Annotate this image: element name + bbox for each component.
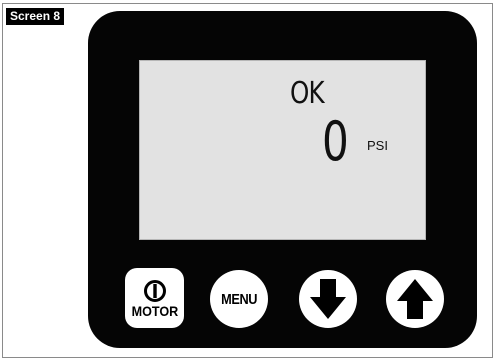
power-icon: [143, 279, 166, 302]
status-text: OK: [290, 76, 325, 111]
screen-tag: Screen 8: [6, 8, 65, 25]
motor-label: MOTOR: [131, 302, 178, 319]
up-button[interactable]: [386, 270, 444, 328]
down-button[interactable]: [299, 270, 357, 328]
arrow-up-icon: [397, 279, 433, 319]
menu-label: MENU: [221, 290, 257, 308]
lcd-display: OK 0 PSI: [139, 60, 426, 240]
control-panel: OK 0 PSI MOTOR MENU: [88, 11, 477, 348]
pressure-value: 0: [322, 110, 349, 173]
arrow-down-icon: [310, 279, 346, 319]
pressure-unit: PSI: [367, 138, 388, 153]
motor-button[interactable]: MOTOR: [125, 268, 184, 328]
menu-button[interactable]: MENU: [210, 270, 268, 328]
